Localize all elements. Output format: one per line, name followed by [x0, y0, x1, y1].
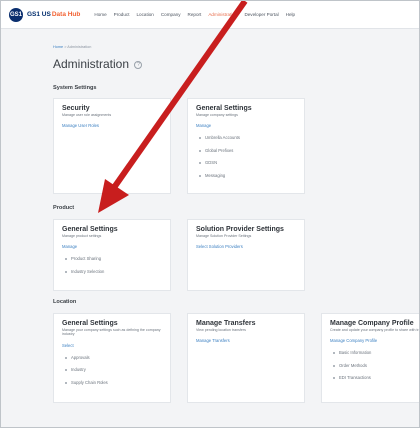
- bullet-icon: [199, 162, 201, 165]
- list-item-label: EDI Transactions: [339, 375, 371, 381]
- page-title-text: Administration: [53, 57, 130, 71]
- bullet-icon: [65, 270, 67, 273]
- bullet-icon: [333, 352, 335, 355]
- card-security: Security Manage user role assignments Ma…: [53, 98, 171, 194]
- breadcrumb: Home > Administration: [53, 45, 91, 49]
- card-title: General Settings: [62, 320, 118, 327]
- manage-company-profile-link[interactable]: Manage Company Profile: [330, 338, 412, 343]
- list-item-gdsn[interactable]: GDSN: [196, 157, 296, 170]
- nav-administration[interactable]: Administration: [208, 12, 237, 17]
- card-description: Manage user role assignments: [62, 113, 112, 117]
- list-item-umbrella-accounts[interactable]: Umbrella Accounts: [196, 132, 296, 145]
- card-description: View pending location transfers: [196, 328, 246, 332]
- card-title: General Settings: [62, 226, 118, 233]
- breadcrumb-current: Administration: [67, 45, 92, 49]
- settings-list: Umbrella Accounts Global Prefixes GDSN M…: [196, 132, 296, 182]
- page-title: Administration ?: [53, 57, 143, 71]
- list-item-label: Industry Selection: [71, 268, 105, 274]
- list-item-global-prefixes[interactable]: Global Prefixes: [196, 145, 296, 158]
- card-product-general-settings: General Settings Manage product settings…: [53, 219, 171, 291]
- settings-list: Product Sharing Industry Selection: [62, 253, 162, 278]
- nav-home[interactable]: Home: [94, 12, 106, 17]
- card-system-general-settings: General Settings Manage company settings…: [187, 98, 305, 194]
- card-manage-transfers: Manage Transfers View pending location t…: [187, 313, 305, 403]
- bullet-icon: [65, 356, 67, 359]
- list-item-label: Supply Chain Roles: [71, 379, 108, 385]
- brand-name[interactable]: GS1 US: [27, 11, 51, 18]
- list-item-product-sharing[interactable]: Product Sharing: [62, 253, 162, 266]
- bullet-icon: [199, 137, 201, 140]
- list-item-label: Approvals: [71, 354, 90, 360]
- bullet-icon: [199, 174, 201, 177]
- nav-developer-portal[interactable]: Developer Portal: [244, 12, 278, 17]
- card-manage-company-profile: Manage Company Profile Create and update…: [321, 313, 419, 403]
- settings-list: Approvals Industry Supply Chain Roles: [62, 352, 162, 390]
- list-item-supply-chain-roles[interactable]: Supply Chain Roles: [62, 377, 162, 390]
- list-item-approvals[interactable]: Approvals: [62, 352, 162, 365]
- list-item-label: Product Sharing: [71, 256, 102, 262]
- card-location-general-settings: General Settings Manage your company set…: [53, 313, 171, 403]
- list-item-basic-information[interactable]: Basic Information: [330, 347, 412, 360]
- list-item-label: Order Methods: [339, 362, 367, 368]
- brand-accent[interactable]: Data Hub: [52, 11, 81, 18]
- list-item-label: Global Prefixes: [205, 147, 234, 153]
- bullet-icon: [333, 364, 335, 367]
- card-description: Manage your company settings such as def…: [62, 328, 161, 337]
- manage-link[interactable]: Manage: [196, 123, 296, 128]
- nav-location[interactable]: Location: [136, 12, 153, 17]
- select-link[interactable]: Select: [62, 343, 162, 348]
- card-title: Solution Provider Settings: [196, 226, 284, 233]
- card-title: Manage Company Profile: [330, 320, 414, 327]
- list-item-label: Umbrella Accounts: [205, 135, 240, 141]
- list-item-industry[interactable]: Industry: [62, 364, 162, 377]
- list-item-messaging[interactable]: Messaging: [196, 170, 296, 183]
- manage-link[interactable]: Manage: [62, 244, 162, 249]
- gs1-logo-icon[interactable]: GS1: [9, 7, 23, 22]
- top-navigation-bar: GS1 GS1 US Data Hub Home Product Locatio…: [1, 1, 419, 29]
- bullet-icon: [199, 149, 201, 152]
- card-description: Create and update your company profile t…: [330, 328, 419, 332]
- breadcrumb-home[interactable]: Home: [53, 45, 63, 49]
- manage-user-roles-link[interactable]: Manage User Roles: [62, 123, 162, 128]
- nav-help[interactable]: Help: [286, 12, 295, 17]
- bullet-icon: [65, 381, 67, 384]
- card-description: Manage Solution Provider Settings: [196, 234, 252, 238]
- list-item-order-methods[interactable]: Order Methods: [330, 360, 412, 373]
- bullet-icon: [65, 369, 67, 372]
- manage-transfers-link[interactable]: Manage Transfers: [196, 338, 296, 343]
- list-item-label: Industry: [71, 367, 86, 373]
- list-item-label: GDSN: [205, 160, 218, 166]
- card-description: Manage company settings: [196, 113, 238, 117]
- nav-company[interactable]: Company: [161, 12, 181, 17]
- list-item-edi-transactions[interactable]: EDI Transactions: [330, 372, 412, 385]
- card-title: Manage Transfers: [196, 320, 256, 327]
- question-circle-icon[interactable]: ?: [134, 61, 143, 69]
- screenshot-frame: GS1 GS1 US Data Hub Home Product Locatio…: [0, 0, 420, 428]
- card-title: Security: [62, 105, 90, 112]
- card-title: General Settings: [196, 105, 252, 112]
- list-item-industry-selection[interactable]: Industry Selection: [62, 266, 162, 279]
- bullet-icon: [65, 258, 67, 261]
- section-title-product: Product: [53, 205, 75, 211]
- bullet-icon: [333, 377, 335, 380]
- select-solution-providers-link[interactable]: Select Solution Providers: [196, 244, 296, 249]
- settings-list: Basic Information Order Methods EDI Tran…: [330, 347, 412, 385]
- card-solution-provider-settings: Solution Provider Settings Manage Soluti…: [187, 219, 305, 291]
- card-description: Manage product settings: [62, 234, 102, 238]
- nav-report[interactable]: Report: [188, 12, 202, 17]
- list-item-label: Messaging: [205, 172, 226, 178]
- section-title-system-settings: System Settings: [53, 85, 97, 91]
- list-item-label: Basic Information: [339, 350, 372, 356]
- nav-product[interactable]: Product: [114, 12, 130, 17]
- section-title-location: Location: [53, 299, 77, 305]
